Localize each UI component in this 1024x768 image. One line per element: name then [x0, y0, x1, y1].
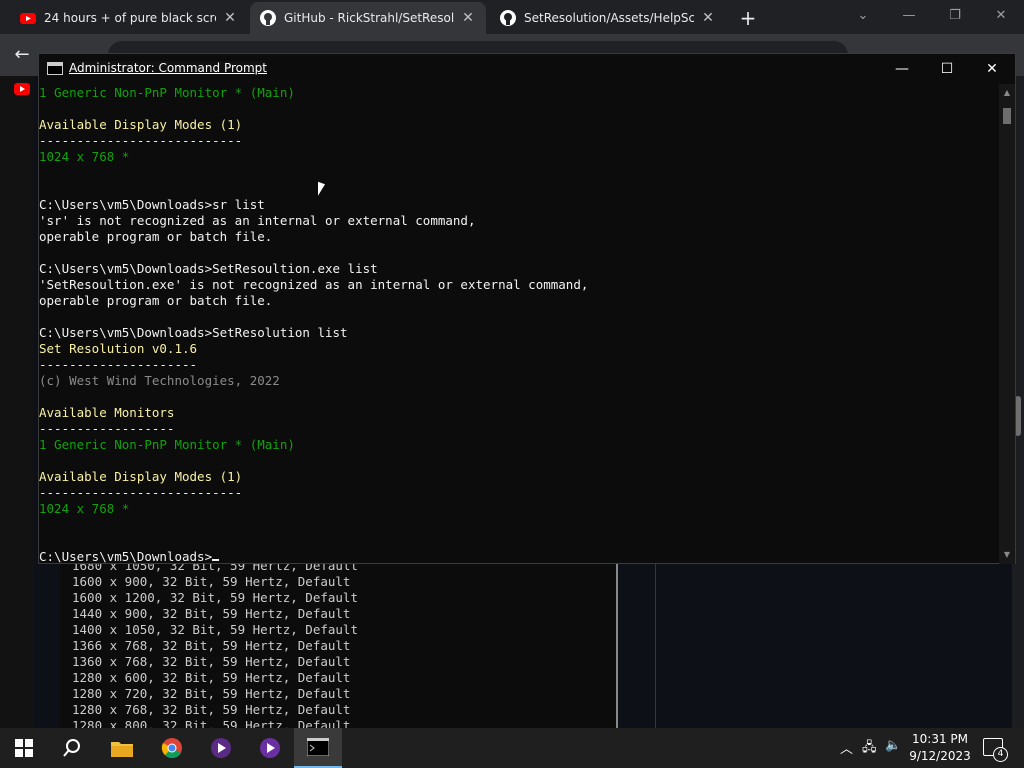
help-resolution-line: 1400 x 1050, 32 Bit, 59 Hertz, Default — [72, 622, 358, 637]
browser-tab-bar: 24 hours + of pure black screen i ✕ GitH… — [0, 0, 1024, 34]
close-tab-icon[interactable]: ✕ — [222, 10, 238, 26]
help-resolution-line: 1280 x 800, 32 Bit, 59 Hertz, Default — [72, 718, 351, 728]
desktop: 24 hours + of pure black screen i ✕ GitH… — [0, 0, 1024, 768]
console-line: 'sr' is not recognized as an internal or… — [39, 213, 476, 228]
command-prompt-window[interactable]: Administrator: Command Prompt — ☐ ✕ 1 Ge… — [38, 53, 1016, 564]
media-app-icon[interactable] — [197, 728, 245, 768]
cmd-maximize-button[interactable]: ☐ — [924, 57, 970, 81]
console-line: ------------------ — [39, 421, 175, 436]
cmd-scrollbar[interactable]: ▲ ▼ — [999, 84, 1015, 564]
browser-restore-icon[interactable]: ❐ — [940, 4, 970, 28]
cmd-close-button[interactable]: ✕ — [969, 57, 1015, 81]
mouse-cursor — [318, 181, 325, 199]
scroll-up-icon[interactable]: ▲ — [999, 86, 1015, 100]
file-explorer-icon[interactable] — [98, 728, 146, 768]
console-line: 'SetResoultion.exe' is not recognized as… — [39, 277, 589, 292]
cmd-minimize-button[interactable]: — — [879, 57, 925, 81]
tab-youtube[interactable]: 24 hours + of pure black screen i ✕ — [10, 2, 248, 34]
help-resolution-line: 1280 x 768, 32 Bit, 59 Hertz, Default — [72, 702, 351, 717]
search-icon[interactable] — [48, 728, 96, 768]
console-line: C:\Users\vm5\Downloads>SetResoultion.exe… — [39, 261, 378, 276]
console-line: C:\Users\vm5\Downloads>SetResolution lis… — [39, 325, 348, 340]
console-line: 1 Generic Non-PnP Monitor * (Main) — [39, 85, 295, 100]
console-line: 1024 x 768 * — [39, 501, 130, 516]
console-line: 1 Generic Non-PnP Monitor * (Main) — [39, 437, 295, 452]
page-side-panel — [655, 560, 1005, 728]
youtube-icon — [20, 13, 36, 24]
cmd-console-output[interactable]: 1 Generic Non-PnP Monitor * (Main) Availa… — [39, 84, 999, 564]
taskbar: ︿ 🖧 🔈 10:31 PM 9/12/2023 4 — [0, 728, 1024, 768]
close-tab-icon[interactable]: ✕ — [700, 10, 716, 26]
tab-title: SetResolution/Assets/HelpScreen — [524, 11, 694, 25]
notification-count-badge: 4 — [993, 747, 1008, 762]
console-line: C:\Users\vm5\Downloads> — [39, 549, 220, 564]
help-screen-image: 1680 x 1050, 32 Bit, 59 Hertz, Default 16… — [60, 560, 618, 728]
tab-search-icon[interactable]: ⌄ — [848, 4, 878, 28]
console-line: C:\Users\vm5\Downloads>sr list — [39, 197, 265, 212]
browser-close-icon[interactable]: ✕ — [986, 4, 1016, 28]
help-resolution-line: 1280 x 600, 32 Bit, 59 Hertz, Default — [72, 670, 351, 685]
new-tab-button[interactable]: + — [738, 6, 758, 30]
console-line: Set Resolution v0.1.6 — [39, 341, 198, 356]
command-prompt-icon[interactable] — [294, 728, 342, 768]
help-resolution-line: 1600 x 900, 32 Bit, 59 Hertz, Default — [72, 574, 351, 589]
cmd-window-title: Administrator: Command Prompt — [69, 61, 267, 75]
network-icon[interactable]: 🖧 — [862, 738, 877, 760]
browser-minimize-icon[interactable]: — — [894, 4, 924, 28]
github-icon — [260, 10, 276, 26]
tab-title: 24 hours + of pure black screen i — [44, 11, 216, 25]
console-line: Available Monitors — [39, 405, 175, 420]
tab-github-setresolution[interactable]: GitHub - RickStrahl/SetResolutio ✕ — [250, 2, 486, 34]
system-clock[interactable]: 10:31 PM 9/12/2023 — [905, 731, 975, 765]
console-line: 1024 x 768 * — [39, 149, 130, 164]
scrollbar-thumb[interactable] — [1003, 108, 1011, 124]
help-resolution-line: 1366 x 768, 32 Bit, 59 Hertz, Default — [72, 638, 351, 653]
show-hidden-icons-icon[interactable]: ︿ — [840, 738, 853, 757]
close-tab-icon[interactable]: ✕ — [460, 10, 476, 26]
help-resolution-line: 1360 x 768, 32 Bit, 59 Hertz, Default — [72, 654, 351, 669]
console-line: (c) West Wind Technologies, 2022 — [39, 373, 280, 388]
cmd-title-bar[interactable]: Administrator: Command Prompt — ☐ ✕ — [39, 54, 1015, 84]
command-prompt-icon — [47, 62, 63, 75]
console-line: --------------------------- — [39, 133, 243, 148]
back-arrow-icon[interactable]: ← — [10, 44, 34, 68]
clock-time: 10:31 PM — [912, 732, 968, 746]
tab-github-helpscreen[interactable]: SetResolution/Assets/HelpScreen ✕ — [490, 2, 726, 34]
scroll-down-icon[interactable]: ▼ — [999, 548, 1015, 562]
chrome-icon[interactable] — [148, 728, 196, 768]
help-resolution-line: 1440 x 900, 32 Bit, 59 Hertz, Default — [72, 606, 351, 621]
help-resolution-line: 1280 x 720, 32 Bit, 59 Hertz, Default — [72, 686, 351, 701]
console-line: --------------------------- — [39, 485, 243, 500]
pinned-sidebar — [0, 76, 34, 728]
tab-title: GitHub - RickStrahl/SetResolutio — [284, 11, 454, 25]
console-line: operable program or batch file. — [39, 229, 273, 244]
console-line: Available Display Modes (1) — [39, 117, 243, 132]
youtube-icon[interactable] — [14, 83, 30, 95]
media-app-icon[interactable] — [246, 728, 294, 768]
volume-icon[interactable]: 🔈 — [885, 738, 901, 753]
console-line: operable program or batch file. — [39, 293, 273, 308]
text-cursor — [212, 559, 220, 561]
help-resolution-line: 1600 x 1200, 32 Bit, 59 Hertz, Default — [72, 590, 358, 605]
github-icon — [500, 10, 516, 26]
console-line: Available Display Modes (1) — [39, 469, 243, 484]
windows-start-icon[interactable] — [0, 728, 48, 768]
clock-date: 9/12/2023 — [909, 749, 971, 763]
console-line: --------------------- — [39, 357, 198, 372]
